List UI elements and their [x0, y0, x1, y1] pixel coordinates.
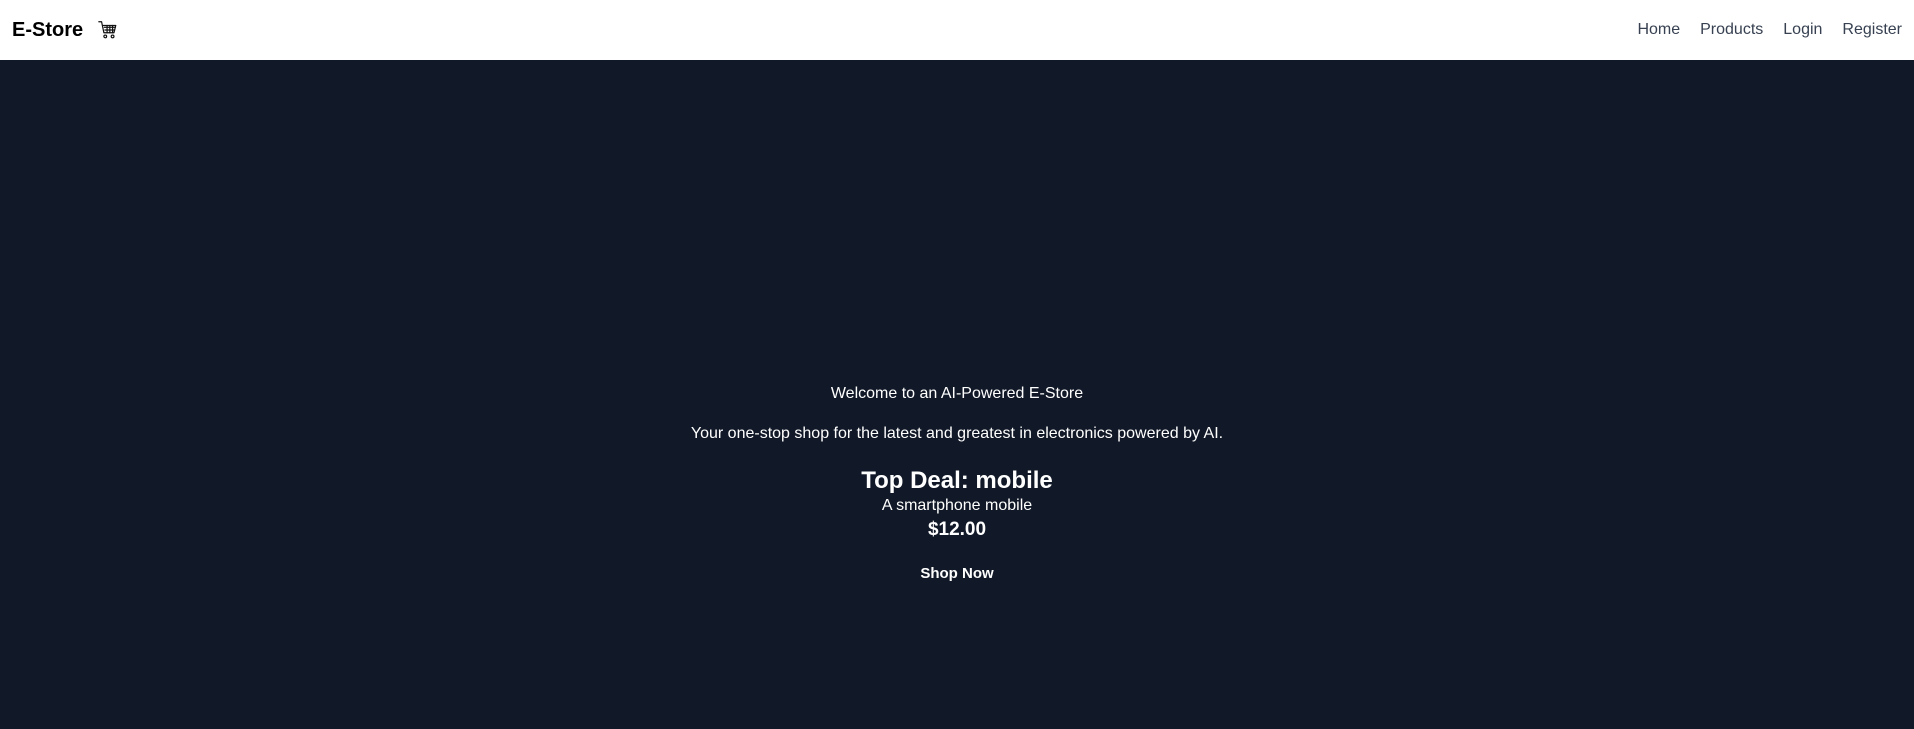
- nav-link-products[interactable]: Products: [1700, 21, 1763, 39]
- nav-link-register[interactable]: Register: [1842, 21, 1902, 39]
- nav-link-home[interactable]: Home: [1637, 21, 1680, 39]
- nav-link-login[interactable]: Login: [1783, 21, 1822, 39]
- hero-title: Welcome to an AI-Powered E-Store: [830, 385, 1084, 402]
- brand-group: E-Store: [12, 19, 119, 42]
- shop-now-button[interactable]: Shop Now: [910, 564, 1003, 584]
- brand-logo-text[interactable]: E-Store: [12, 19, 83, 42]
- top-navbar: E-Store Home Products Login Register: [0, 0, 1914, 60]
- main-nav: Home Products Login Register: [1637, 21, 1902, 39]
- hero-content: Welcome to an AI-Powered E-Store Your on…: [0, 384, 1914, 584]
- top-deal-card: Top Deal: mobile A smartphone mobile $12…: [0, 466, 1914, 584]
- hero-subtitle: Your one-stop shop for the latest and gr…: [690, 425, 1224, 442]
- deal-price: $12.00: [927, 519, 987, 540]
- shopping-cart-icon[interactable]: [97, 19, 119, 41]
- deal-description: A smartphone mobile: [881, 497, 1033, 514]
- deal-title: Top Deal: mobile: [861, 467, 1053, 494]
